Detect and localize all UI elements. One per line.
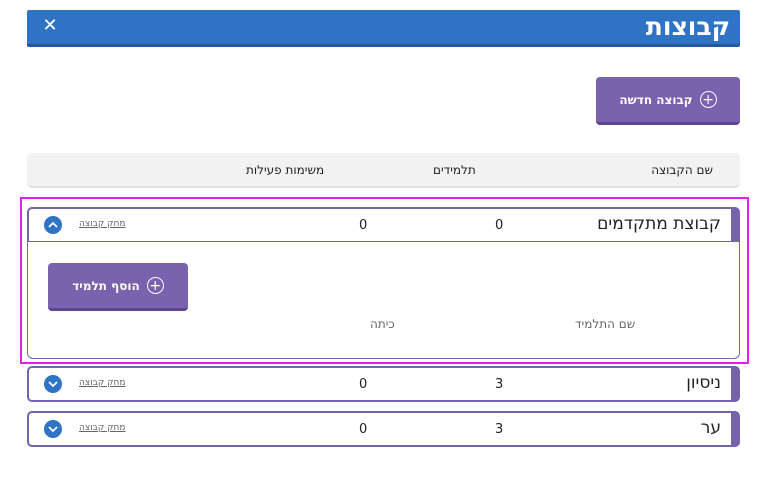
header-tasks: משימות פעילות xyxy=(246,163,325,177)
expand-icon[interactable] xyxy=(44,375,62,393)
group-tasks-count: 0 xyxy=(359,218,368,233)
window-title-bar: קבוצות ✕ xyxy=(27,10,740,47)
group-students-count: 0 xyxy=(495,218,504,233)
collapse-icon[interactable] xyxy=(44,216,62,234)
new-group-label: קבוצה חדשה xyxy=(619,92,693,107)
header-students: תלמידים xyxy=(433,163,476,177)
new-group-button[interactable]: + קבוצה חדשה xyxy=(596,77,740,125)
group-name: ער xyxy=(700,418,721,438)
header-group-name: שם הקבוצה xyxy=(651,163,713,177)
group-students-count: 3 xyxy=(495,422,504,437)
delete-group-link[interactable]: מחק קבוצה xyxy=(79,378,126,388)
group-row[interactable]: ער 3 0 מחק קבוצה xyxy=(27,411,740,447)
group-name: קבוצת מתקדמים xyxy=(597,214,721,234)
delete-group-link[interactable]: מחק קבוצה xyxy=(79,423,126,433)
group-students-count: 3 xyxy=(495,377,504,392)
group-row[interactable]: ניסיון 3 0 מחק קבוצה xyxy=(27,366,740,402)
add-student-button[interactable]: + הוסף תלמיד xyxy=(48,263,188,311)
expand-icon[interactable] xyxy=(44,420,62,438)
class-header: כיתה xyxy=(370,317,395,331)
close-icon[interactable]: ✕ xyxy=(42,16,58,36)
plus-circle-icon: + xyxy=(699,91,717,108)
group-tasks-count: 0 xyxy=(359,377,368,392)
delete-group-link[interactable]: מחק קבוצה xyxy=(79,219,126,229)
group-row[interactable]: קבוצת מתקדמים 0 0 מחק קבוצה xyxy=(27,207,740,243)
page-title: קבוצות xyxy=(645,12,730,41)
table-header: שם הקבוצה תלמידים משימות פעילות xyxy=(27,153,740,188)
group-name: ניסיון xyxy=(686,373,721,393)
add-student-label: הוסף תלמיד xyxy=(72,278,140,293)
plus-circle-icon: + xyxy=(146,277,164,294)
student-name-header: שם התלמיד xyxy=(575,317,636,331)
group-tasks-count: 0 xyxy=(359,422,368,437)
